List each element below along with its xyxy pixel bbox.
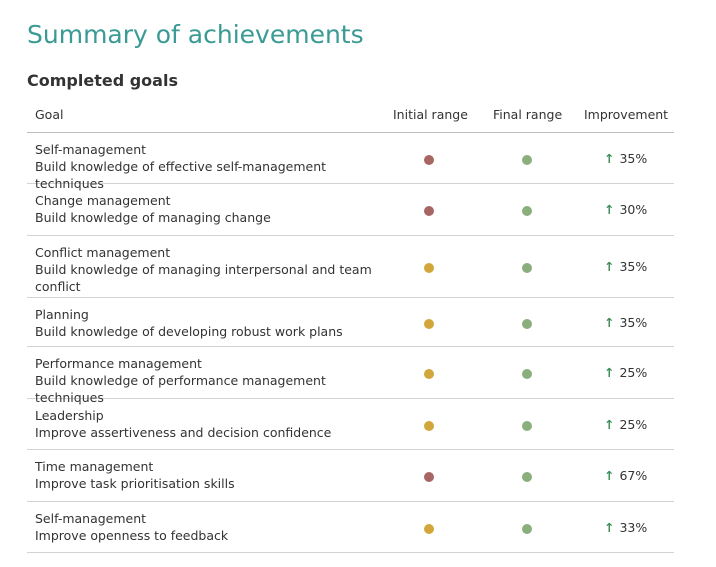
goal-title: Planning: [35, 307, 89, 322]
final-range-green-dot: [522, 206, 532, 216]
goal-cell: Change management Build knowledge of mana…: [35, 192, 375, 226]
goal-description: Improve assertiveness and decision confi…: [35, 425, 332, 440]
initial-range-yellow-dot: [424, 524, 434, 534]
improvement-value: 25%: [619, 417, 648, 432]
table-row: Leadership Improve assertiveness and deci…: [27, 399, 674, 450]
initial-range-yellow-dot: [424, 319, 434, 329]
goal-title: Self-management: [35, 511, 147, 526]
final-range-green-dot: [522, 319, 532, 329]
final-range-green-dot: [522, 263, 532, 273]
goal-title: Leadership: [35, 408, 104, 423]
goal-cell: Planning Build knowledge of developing ro…: [35, 306, 375, 340]
final-range-green-dot: [522, 369, 532, 379]
goal-description: Build knowledge of managing interpersona…: [35, 262, 372, 294]
final-range-green-dot: [522, 524, 532, 534]
initial-range-red-dot: [424, 472, 434, 482]
goal-title: Self-management: [35, 142, 147, 157]
goal-cell: Leadership Improve assertiveness and deci…: [35, 407, 375, 441]
improvement-cell: ↑ 30%: [604, 202, 647, 217]
improvement-cell: ↑ 35%: [604, 259, 647, 274]
page-title: Summary of achievements: [27, 20, 364, 49]
header-final-range: Final range: [493, 107, 563, 122]
improvement-value: 25%: [619, 365, 648, 380]
initial-range-red-dot: [424, 206, 434, 216]
table-row: Change management Build knowledge of mana…: [27, 184, 674, 236]
table-row: Conflict management Build knowledge of ma…: [27, 236, 674, 298]
improvement-value: 33%: [619, 520, 648, 535]
goal-description: Improve task prioritisation skills: [35, 476, 235, 491]
goal-cell: Conflict management Build knowledge of ma…: [35, 244, 375, 295]
goals-table: Goal Initial range Final range Improveme…: [27, 97, 674, 553]
table-row: Self-management Improve openness to feedb…: [27, 502, 674, 553]
goal-description: Build knowledge of developing robust wor…: [35, 324, 343, 339]
arrow-up-icon: ↑: [604, 417, 615, 432]
final-range-green-dot: [522, 155, 532, 165]
improvement-cell: ↑ 67%: [604, 468, 647, 483]
improvement-value: 67%: [619, 468, 648, 483]
arrow-up-icon: ↑: [604, 151, 615, 166]
initial-range-yellow-dot: [424, 421, 434, 431]
improvement-cell: ↑ 33%: [604, 520, 647, 535]
goal-cell: Self-management Improve openness to feedb…: [35, 510, 375, 544]
initial-range-red-dot: [424, 155, 434, 165]
final-range-green-dot: [522, 472, 532, 482]
improvement-value: 35%: [619, 259, 648, 274]
arrow-up-icon: ↑: [604, 468, 615, 483]
improvement-value: 35%: [619, 151, 648, 166]
improvement-value: 35%: [619, 315, 648, 330]
table-row: Performance management Build knowledge of…: [27, 347, 674, 405]
table-row: Planning Build knowledge of developing ro…: [27, 298, 674, 347]
table-row: Time management Improve task prioritisati…: [27, 450, 674, 502]
goal-description: Build knowledge of managing change: [35, 210, 271, 225]
header-improvement: Improvement: [584, 107, 669, 122]
header-initial-range: Initial range: [393, 107, 468, 122]
section-title: Completed goals: [27, 71, 178, 90]
goal-title: Change management: [35, 193, 171, 208]
arrow-up-icon: ↑: [604, 365, 615, 380]
goal-title: Performance management: [35, 356, 202, 371]
goal-title: Conflict management: [35, 245, 171, 260]
improvement-cell: ↑ 35%: [604, 151, 647, 166]
improvement-cell: ↑ 35%: [604, 315, 647, 330]
arrow-up-icon: ↑: [604, 259, 615, 274]
goal-description: Improve openness to feedback: [35, 528, 229, 543]
initial-range-yellow-dot: [424, 263, 434, 273]
goal-title: Time management: [35, 459, 154, 474]
final-range-green-dot: [522, 421, 532, 431]
table-row: Self-management Build knowledge of effect…: [27, 133, 674, 191]
arrow-up-icon: ↑: [604, 315, 615, 330]
improvement-cell: ↑ 25%: [604, 417, 647, 432]
improvement-cell: ↑ 25%: [604, 365, 647, 380]
improvement-value: 30%: [619, 202, 648, 217]
table-body: Self-management Build knowledge of effect…: [27, 133, 674, 553]
table-header: Goal Initial range Final range Improveme…: [27, 97, 674, 133]
header-goal: Goal: [35, 107, 64, 122]
initial-range-yellow-dot: [424, 369, 434, 379]
arrow-up-icon: ↑: [604, 520, 615, 535]
arrow-up-icon: ↑: [604, 202, 615, 217]
goal-cell: Time management Improve task prioritisati…: [35, 458, 375, 492]
